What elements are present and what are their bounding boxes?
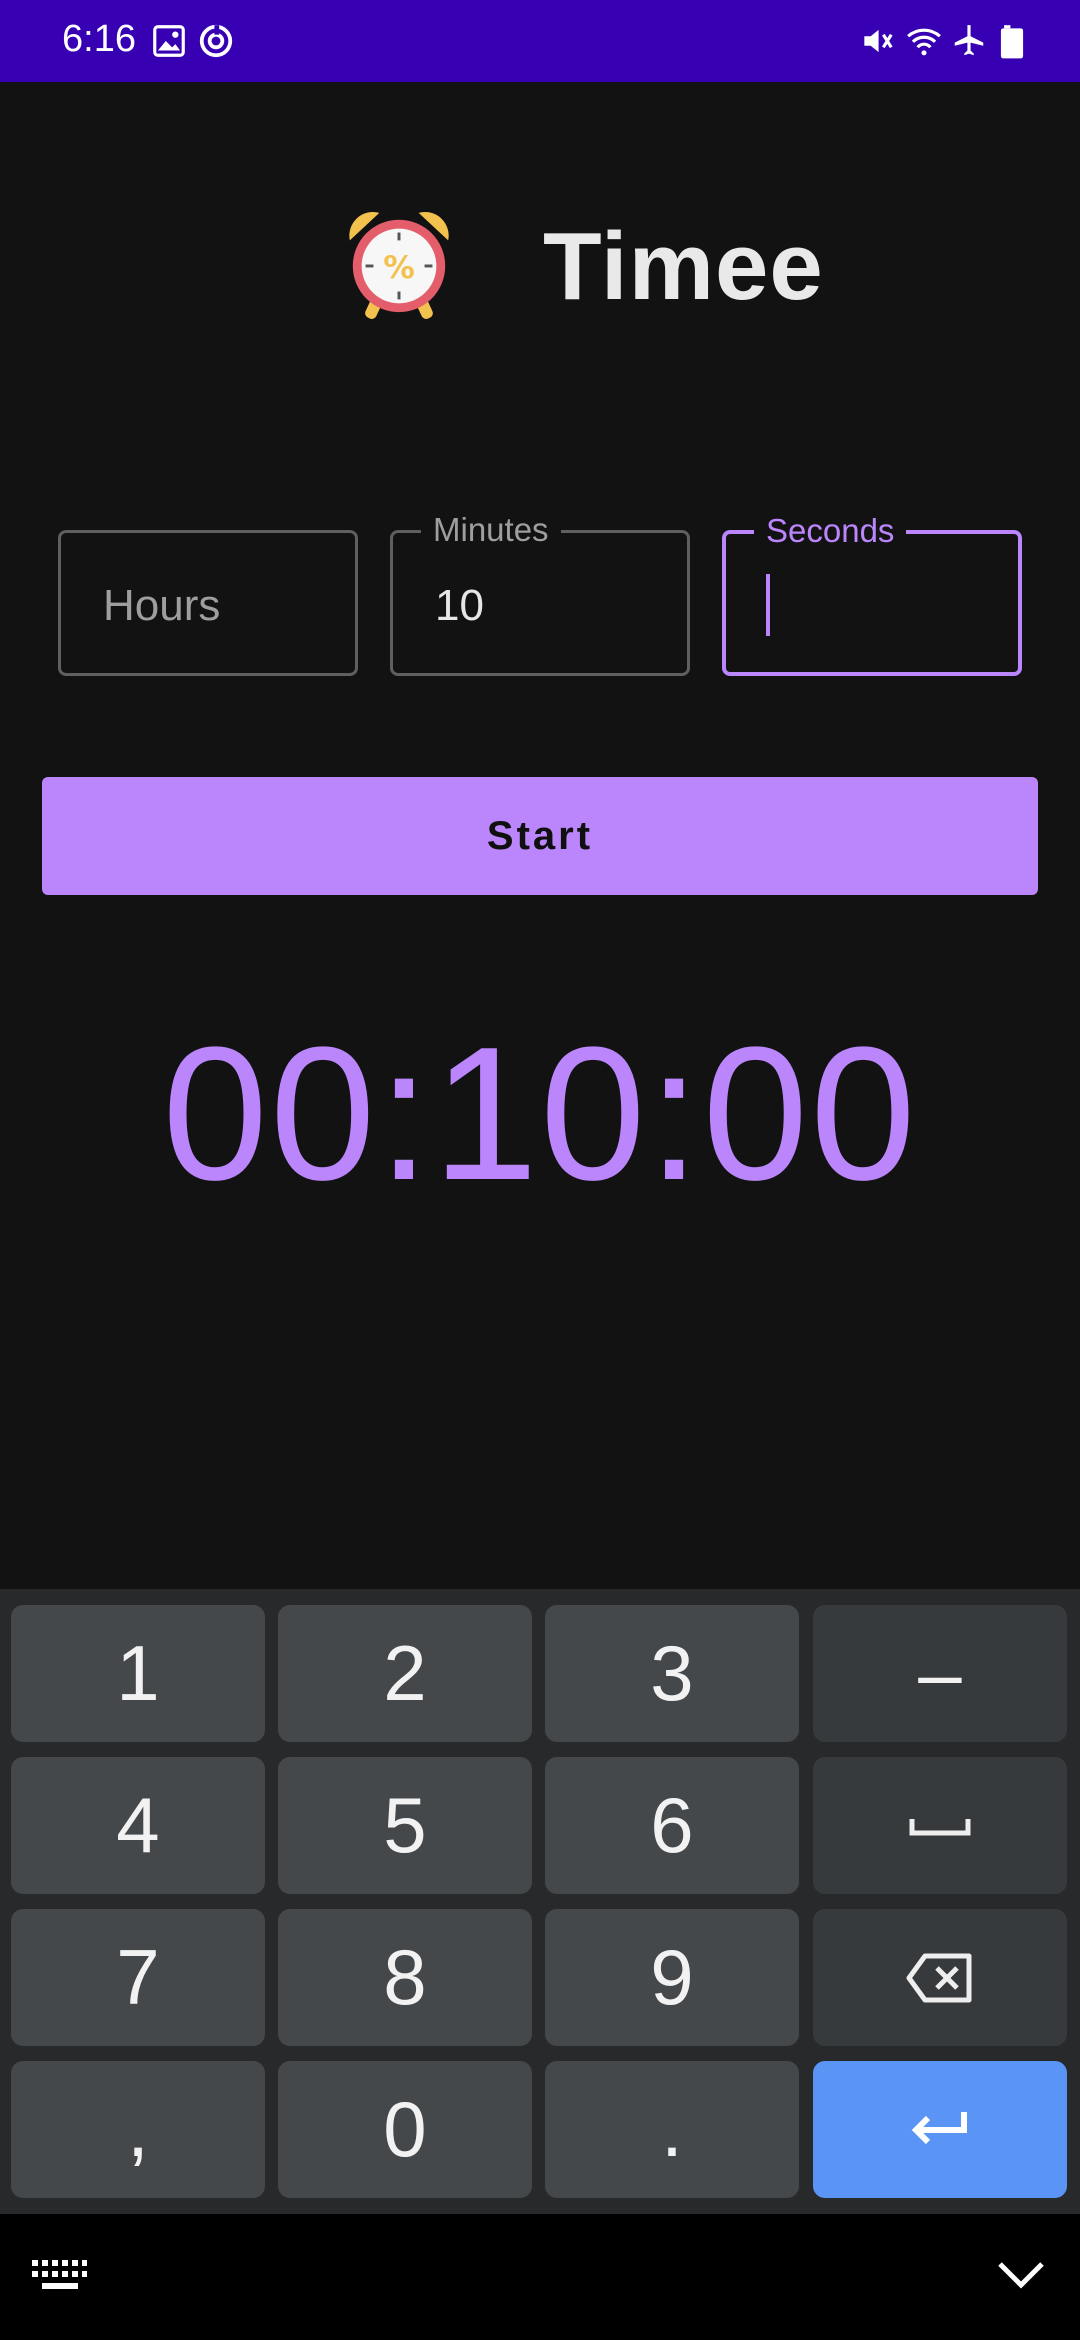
timer-display: 00:10:00	[162, 1008, 918, 1220]
enter-icon	[911, 2111, 967, 2144]
space-icon	[909, 1818, 971, 1835]
key-3[interactable]: 3	[545, 1605, 799, 1742]
key-8[interactable]: 8	[278, 1909, 532, 2046]
key-1[interactable]: 1	[11, 1605, 265, 1742]
airplane-icon	[954, 25, 984, 56]
navigation-bar	[0, 2214, 1080, 2340]
key-enter[interactable]	[813, 2061, 1067, 2198]
key-4[interactable]: 4	[11, 1757, 265, 1894]
wifi-icon	[907, 28, 941, 56]
keyboard-switch-icon[interactable]	[30, 2258, 88, 2292]
sync-icon	[199, 24, 233, 58]
status-bar: 6:16	[0, 0, 1080, 82]
key-space[interactable]	[813, 1757, 1067, 1894]
key-5[interactable]: 5	[278, 1757, 532, 1894]
hours-placeholder: Hours	[103, 581, 221, 630]
svg-text:%: %	[383, 250, 415, 286]
backspace-icon	[906, 1953, 972, 2002]
chevron-down-icon[interactable]	[996, 2258, 1046, 2292]
minutes-label: Minutes	[421, 511, 561, 549]
app-title: Timee	[543, 213, 824, 320]
key-backspace[interactable]	[813, 1909, 1067, 2046]
image-icon	[153, 25, 185, 57]
key-0[interactable]: 0	[278, 2061, 532, 2198]
text-cursor	[766, 574, 770, 636]
minutes-field[interactable]: Minutes 10	[390, 511, 690, 676]
numeric-keyboard: 1 2 3 – 4 5 6 7 8 9 , 0 .	[0, 1589, 1080, 2214]
key-minus[interactable]: –	[813, 1605, 1067, 1742]
key-6[interactable]: 6	[545, 1757, 799, 1894]
battery-icon	[1000, 25, 1024, 59]
minutes-value: 10	[435, 581, 484, 630]
start-button[interactable]: Start	[42, 777, 1038, 895]
seconds-label: Seconds	[754, 512, 907, 550]
seconds-field[interactable]: Seconds	[722, 512, 1022, 676]
alarm-clock-icon: %	[349, 211, 449, 319]
mute-icon	[864, 29, 893, 53]
status-time: 6:16	[62, 18, 136, 60]
key-period[interactable]: .	[545, 2061, 799, 2198]
hours-field[interactable]: Hours	[58, 530, 358, 676]
key-7[interactable]: 7	[11, 1909, 265, 2046]
key-comma[interactable]: ,	[11, 2061, 265, 2198]
key-2[interactable]: 2	[278, 1605, 532, 1742]
key-9[interactable]: 9	[545, 1909, 799, 2046]
